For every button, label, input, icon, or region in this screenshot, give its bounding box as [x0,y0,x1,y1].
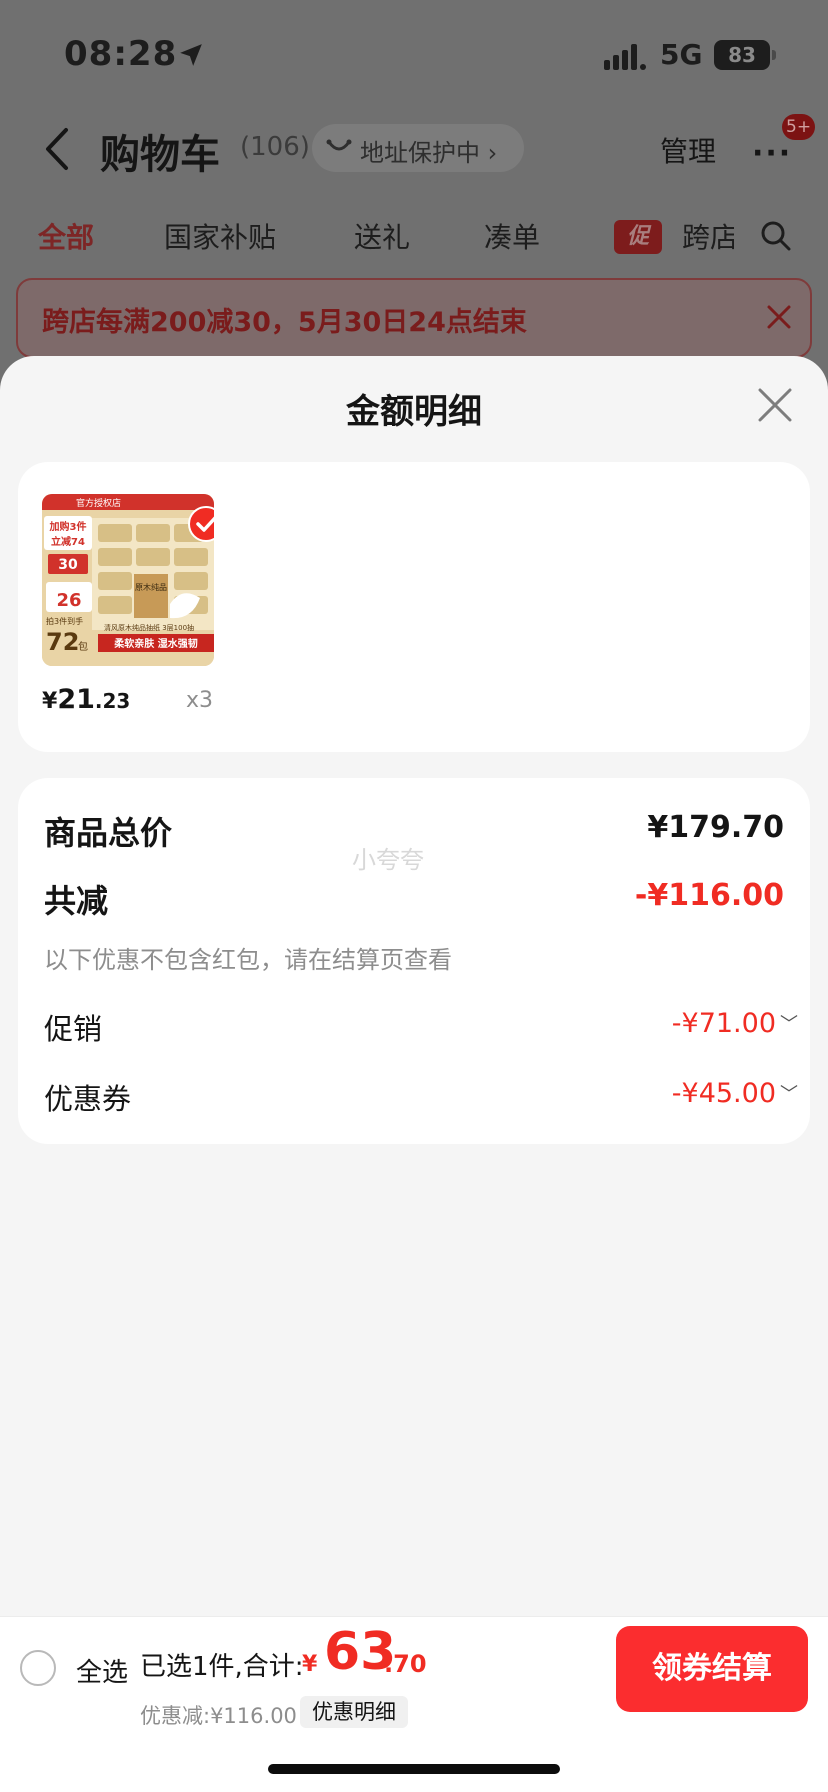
select-all-checkbox[interactable] [20,1650,56,1686]
page-title: 购物车 [100,132,220,178]
status-time: 08:28 [64,34,178,74]
price-integer: 21 [57,684,95,715]
product-desc: 清风原木纯品抽纸 3层100抽 [104,623,194,632]
total-price-label: 商品总价 [44,814,173,852]
screen: 08:28 5G 83 购物车 (106) 地址保护中 › 管理 ··· 5+ … [0,0,828,1792]
battery-tip [772,50,776,60]
promo-expand-chevron-icon[interactable]: ﹀ [780,1010,798,1036]
discount-note: 以下优惠不包含红包，请在结算页查看 [44,946,452,974]
address-protect-label: 地址保护中 › [360,139,498,167]
amount-summary-card: 小夸夸 商品总价 ¥179.70 共减 -¥116.00 以下优惠不包含红包，请… [18,778,810,1144]
selected-summary: 已选1件,合计: [140,1652,304,1682]
promo-tag-icon: 促 [614,220,662,254]
product-quantity: x3 [186,688,214,713]
coupon-label: 优惠券 [44,1082,132,1116]
coupon-expand-chevron-icon[interactable]: ﹀ [780,1080,798,1106]
search-icon[interactable] [760,220,792,252]
discount-total: 优惠减:¥116.00 [140,1704,297,1728]
tab-cross-store[interactable]: 跨店 [682,216,734,256]
promo-banner[interactable]: 跨店每满200减30，5月30日24点结束 [16,278,812,358]
promo-line-2: 立减74 [51,535,85,548]
message-badge: 5+ [782,114,816,140]
product-slogan: 柔软亲肤 湿水强韧 [113,637,197,650]
manage-button[interactable]: 管理 [660,130,716,170]
cart-page-overlay[interactable]: 08:28 5G 83 购物车 (106) 地址保护中 › 管理 ··· 5+ … [0,0,828,380]
pack-unit: 包 [78,640,88,653]
product-price: ¥21.23 [42,684,130,715]
cart-nav-bar: 购物车 (106) 地址保护中 › 管理 ··· 5+ [0,110,828,190]
signal-icon [604,44,646,70]
pack-count: 72 [46,628,79,656]
more-menu-icon[interactable]: ··· [752,136,792,171]
reduce-label: 共减 [44,882,109,920]
divider [0,1616,828,1617]
battery-icon: 83 [714,40,770,70]
price-decimal: .23 [94,689,131,713]
location-arrow-icon [180,44,202,66]
product-thumbnail[interactable]: 原木纯品 官方授权店 加购3件 立减74 30 26 拍3件到手 72 包 清风… [42,494,214,666]
home-indicator [268,1764,560,1774]
sheet-close-icon[interactable] [756,386,794,424]
cart-count: (106) [240,132,310,162]
price-currency: ¥ [42,689,58,714]
close-icon[interactable] [764,302,794,332]
tab-national-subsidy[interactable]: 国家补贴 [164,216,276,256]
shop-label: 官方授权店 [76,497,121,509]
reduce-value: -¥116.00 [634,878,784,913]
promo-line-1: 加购3件 [49,520,87,533]
promo-label: 促销 [44,1012,103,1046]
tab-gift[interactable]: 送礼 [354,216,410,256]
coupon-value[interactable]: -¥45.00 [672,1078,776,1109]
tab-all[interactable]: 全部 [38,216,94,256]
watermark: 小夸夸 [352,846,424,874]
product-card: 原木纯品 官方授权店 加购3件 立减74 30 26 拍3件到手 72 包 清风… [18,462,810,752]
checkout-button[interactable]: 领券结算 [616,1626,808,1712]
smile-shield-icon [326,139,352,151]
selected-check-icon[interactable] [188,506,214,542]
total-decimal: .70 [384,1650,427,1678]
discount-detail-button[interactable]: 优惠明细 [300,1696,408,1728]
image-price: 26 [56,590,81,611]
address-protect-chip[interactable]: 地址保护中 › [312,124,524,172]
box-text: 原木纯品 [135,582,167,592]
tab-bundle[interactable]: 凑单 [484,216,540,256]
network-type: 5G [660,38,703,71]
status-bar: 08:28 5G 83 [0,0,828,110]
count-label: 拍3件到手 [46,616,83,626]
cart-tabs: 全部 国家补贴 送礼 凑单 促 跨店 [0,210,828,260]
select-all-label[interactable]: 全选 [76,1652,128,1689]
total-price-value: ¥179.70 [647,810,784,845]
coupon-value: 30 [58,557,78,573]
amount-detail-sheet: 金额明细 原木纯品 官方授权店 加购3件 立减74 30 26 拍3件到手 72… [0,356,828,1616]
promo-value[interactable]: -¥71.00 [672,1008,776,1039]
total-currency: ¥ [302,1652,318,1677]
promo-banner-text: 跨店每满200减30，5月30日24点结束 [42,307,527,338]
back-chevron-icon[interactable] [42,126,72,172]
checkout-bar: 全选 已选1件,合计: ¥ 63 .70 优惠减:¥116.00 优惠明细 领券… [0,1616,828,1792]
sheet-title: 金额明细 [346,392,482,432]
